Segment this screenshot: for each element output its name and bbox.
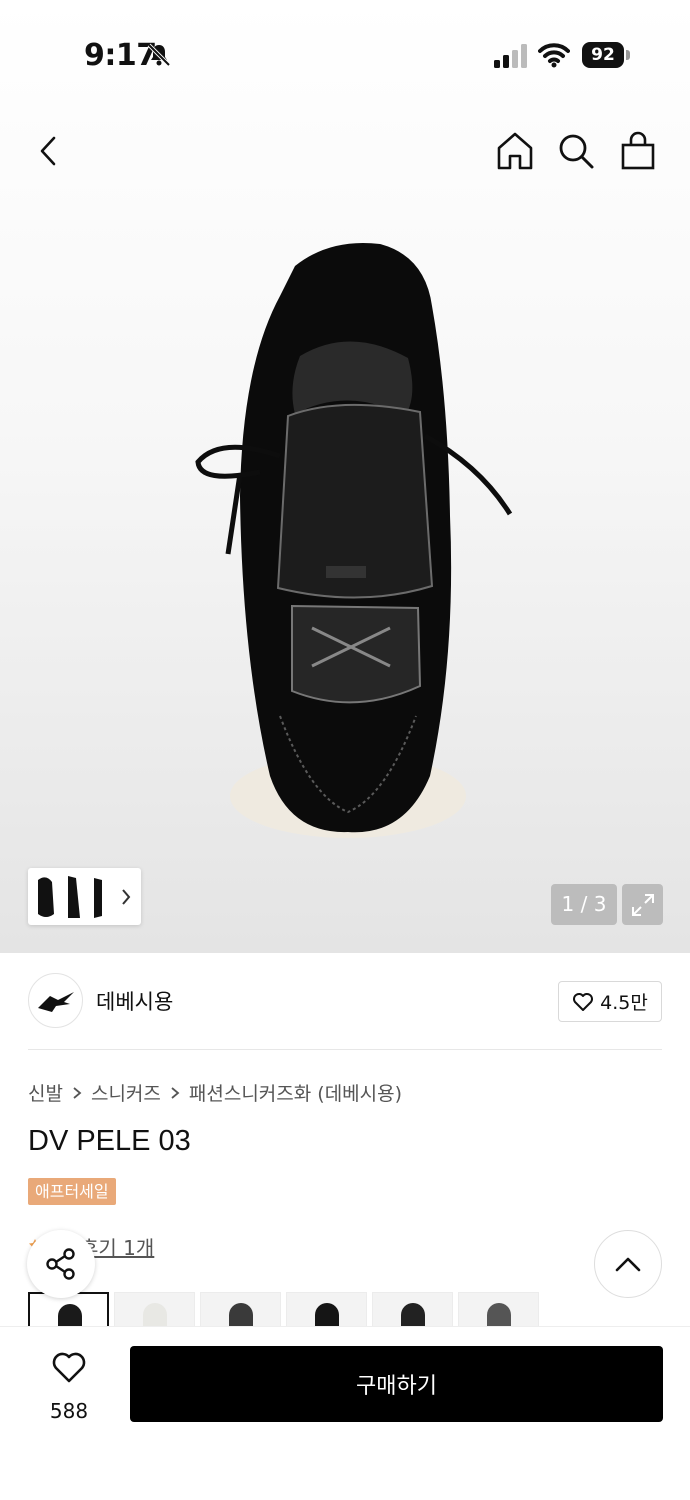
brand-bird-logo-icon xyxy=(37,991,74,1012)
home-button[interactable] xyxy=(491,127,539,175)
share-icon xyxy=(46,1248,75,1280)
product-title: DV PELE 03 xyxy=(28,1125,191,1157)
back-arrow-icon xyxy=(40,136,56,166)
wishlist-count: 588 xyxy=(49,1399,89,1423)
chevron-right-icon xyxy=(73,1086,82,1099)
expand-icon xyxy=(631,893,654,916)
variant-thumbnail[interactable] xyxy=(286,1292,367,1326)
brand-like-count: 4.5만 xyxy=(600,992,648,1014)
brand-row[interactable]: 데베시용 4.5만 xyxy=(28,972,662,1030)
variant-thumbnail[interactable] xyxy=(372,1292,453,1326)
shopping-bag-icon xyxy=(621,131,655,170)
home-icon xyxy=(497,132,533,170)
brand-like-button[interactable]: 4.5만 xyxy=(558,981,662,1022)
sale-badge: 애프터세일 xyxy=(28,1178,116,1205)
chevron-up-icon xyxy=(615,1257,641,1272)
wifi-icon xyxy=(538,43,570,68)
variant-shoe-image xyxy=(401,1303,425,1326)
variant-shoe-image xyxy=(487,1303,511,1326)
wishlist-button[interactable]: 588 xyxy=(30,1349,108,1423)
image-pager: 1 / 3 xyxy=(551,884,617,925)
variant-list xyxy=(28,1292,539,1326)
variant-thumbnail[interactable] xyxy=(114,1292,195,1326)
status-bar: 9:17 92 xyxy=(0,0,690,110)
divider xyxy=(28,1049,662,1050)
scroll-to-top-button[interactable] xyxy=(594,1230,662,1298)
variant-shoe-image xyxy=(229,1303,253,1326)
variant-thumbnail[interactable] xyxy=(458,1292,539,1326)
search-icon xyxy=(559,134,594,169)
battery-icon: 92 xyxy=(582,42,630,68)
variant-shoe-image xyxy=(315,1303,339,1326)
breadcrumb: 신발 스니커즈 패션스니커즈화 (데베시용) xyxy=(28,1079,402,1106)
product-image xyxy=(195,242,513,838)
battery-level: 92 xyxy=(582,42,624,68)
breadcrumb-item[interactable]: 신발 xyxy=(28,1079,63,1106)
back-button[interactable] xyxy=(24,127,72,175)
heart-icon xyxy=(52,1352,86,1383)
chevron-right-icon xyxy=(171,1086,180,1099)
thumbnail-strip[interactable] xyxy=(28,868,141,925)
search-button[interactable] xyxy=(552,127,600,175)
buy-button[interactable]: 구매하기 xyxy=(130,1346,663,1422)
variant-shoe-image xyxy=(143,1303,167,1326)
brand-logo[interactable] xyxy=(28,973,83,1028)
expand-button[interactable] xyxy=(622,884,663,925)
silent-bell-icon xyxy=(147,43,171,67)
bottom-bar: 588 구매하기 xyxy=(0,1326,690,1500)
breadcrumb-item[interactable]: 스니커즈 xyxy=(91,1079,161,1106)
cart-button[interactable] xyxy=(614,127,662,175)
breadcrumb-item[interactable]: 패션스니커즈화 (데베시용) xyxy=(189,1079,402,1106)
share-button[interactable] xyxy=(27,1230,95,1298)
heart-icon xyxy=(573,992,594,1011)
variant-shoe-image xyxy=(58,1304,82,1326)
variant-thumbnail[interactable] xyxy=(200,1292,281,1326)
brand-name[interactable]: 데베시용 xyxy=(96,986,173,1016)
cellular-signal-icon xyxy=(494,44,527,68)
thumbnail-images xyxy=(38,876,131,918)
